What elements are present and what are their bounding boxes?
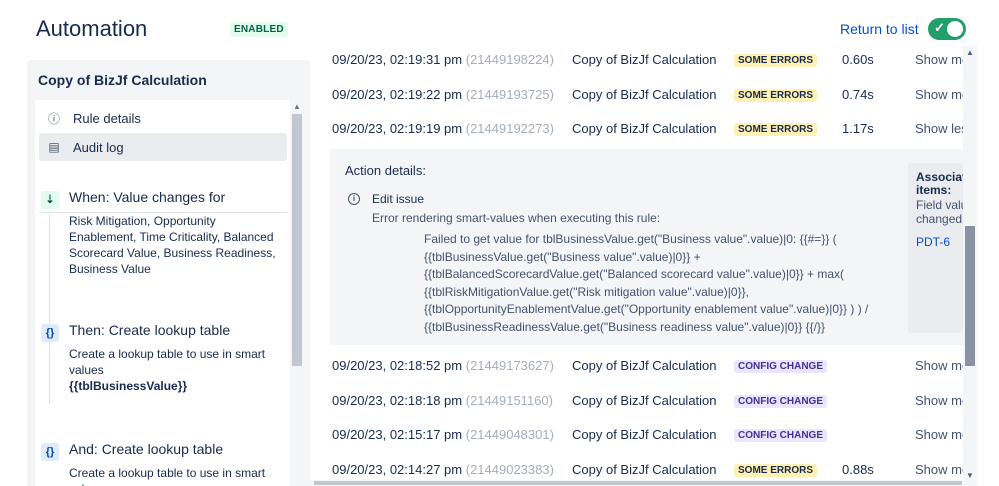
associated-items-title: Associated items: [916, 170, 963, 197]
step-variable-name: {{tblBusinessValue}} [69, 379, 188, 393]
step-create-lookup-2[interactable]: {} And: Create lookup table Create a loo… [39, 441, 287, 486]
show-more-link[interactable]: Show more [915, 462, 963, 477]
rule-sidebar: Copy of BizJf Calculation ⓘ Rule details… [27, 60, 310, 486]
step-description: Create a lookup table to use in smart va… [69, 346, 281, 394]
error-line: {{tblBusinessReadinessValue.get("Busines… [424, 319, 826, 334]
log-rule-name: Copy of BizJf Calculation [572, 87, 717, 102]
log-duration: 0.88s [842, 462, 874, 477]
error-message: Error rendering smart-values when execut… [372, 211, 661, 225]
scrollbar-thumb[interactable] [314, 481, 962, 485]
log-rule-name: Copy of BizJf Calculation [572, 121, 717, 136]
step-title: And: Create lookup table [69, 441, 224, 457]
show-more-link[interactable]: Show more [915, 358, 963, 373]
table-row[interactable]: 09/20/23, 02:18:18 pm (21449151160) Copy… [330, 384, 963, 418]
braces-icon: {} [41, 443, 59, 461]
nav-label: Rule details [73, 110, 141, 126]
log-rule-name: Copy of BizJf Calculation [572, 427, 717, 442]
scrollbar-thumb[interactable] [965, 226, 975, 366]
step-description: Risk Mitigation, Opportunity Enablement,… [69, 214, 276, 276]
audit-log-scrollbar[interactable]: ▲ ▼ [963, 46, 977, 482]
log-rule-name: Copy of BizJf Calculation [572, 393, 717, 408]
table-row[interactable]: 09/20/23, 02:19:31 pm (21449198224) Copy… [330, 46, 963, 77]
braces-icon: {} [41, 324, 59, 342]
audit-log-list: 09/20/23, 02:19:31 pm (21449198224) Copy… [330, 46, 963, 486]
nav-rule-details[interactable]: ⓘ Rule details [39, 104, 287, 132]
step-title: Then: Create lookup table [69, 322, 231, 338]
sidebar-scrollbar[interactable]: ▲ [290, 100, 304, 486]
error-line: {{tblBusinessValue.get("Business value".… [424, 249, 701, 264]
rule-enabled-toggle[interactable]: ✓ [928, 18, 966, 40]
associated-items-desc: Field value changed [916, 198, 963, 226]
log-rule-name: Copy of BizJf Calculation [572, 462, 717, 477]
nav-audit-log[interactable]: ▤ Audit log [39, 133, 287, 161]
show-more-link[interactable]: Show more [915, 52, 963, 67]
log-date: 09/20/23, 02:15:17 pm (21449048301) [332, 427, 554, 442]
error-detail: Failed to get value for tblBusinessValue… [424, 231, 884, 336]
rule-steps-panel: ⓘ Rule details ▤ Audit log ⇣ When: Value… [35, 100, 291, 486]
show-more-link[interactable]: Show more [915, 393, 963, 408]
error-line: {{tblRiskMitigationValue.get("Risk mitig… [424, 284, 749, 299]
step-create-lookup-1[interactable]: {} Then: Create lookup table Create a lo… [39, 322, 287, 412]
issue-link[interactable]: PDT-6 [916, 235, 950, 249]
rule-name: Copy of BizJf Calculation [38, 72, 207, 88]
show-less-link[interactable]: Show less [915, 121, 963, 136]
step-title: When: Value changes for [69, 189, 226, 205]
info-icon: i [348, 193, 360, 205]
table-row[interactable]: 09/20/23, 02:15:17 pm (21449048301) Copy… [330, 418, 963, 452]
error-line: Failed to get value for tblBusinessValue… [424, 232, 837, 246]
status-badge: SOME ERRORS [734, 464, 818, 477]
log-rule-name: Copy of BizJf Calculation [572, 52, 717, 67]
show-more-link[interactable]: Show more [915, 87, 963, 102]
associated-items-panel: Associated items: Field value changed PD… [908, 163, 963, 333]
log-date: 09/20/23, 02:19:19 pm (21449192273) [332, 121, 554, 136]
show-more-link[interactable]: Show more [915, 427, 963, 442]
step-trigger[interactable]: ⇣ When: Value changes for Risk Mitigatio… [39, 189, 287, 299]
log-duration: 1.17s [842, 121, 874, 136]
page-title: Automation [36, 16, 148, 41]
nav-label: Audit log [73, 139, 124, 155]
log-duration: 0.74s [842, 87, 874, 102]
trigger-icon: ⇣ [41, 191, 59, 209]
info-icon: ⓘ [47, 111, 60, 126]
status-badge: SOME ERRORS [734, 89, 818, 102]
log-date: 09/20/23, 02:14:27 pm (21449023383) [332, 462, 554, 477]
step-description: Create a lookup table to use in smart va… [69, 466, 266, 486]
return-to-list-link[interactable]: Return to list [840, 21, 919, 37]
action-name: Edit issue [372, 192, 425, 206]
horizontal-scrollbar[interactable] [310, 480, 977, 486]
toggle-knob [947, 21, 963, 37]
table-row[interactable]: 09/20/23, 02:19:22 pm (21449193725) Copy… [330, 78, 963, 112]
status-badge: CONFIG CHANGE [734, 360, 827, 373]
status-badge: CONFIG CHANGE [734, 429, 827, 442]
scroll-up-icon[interactable]: ▲ [293, 102, 301, 111]
document-icon: ▤ [48, 140, 60, 154]
log-rule-name: Copy of BizJf Calculation [572, 358, 717, 373]
error-line: {{tblOpportunityEnablementValue.get("Opp… [424, 302, 869, 316]
scrollbar-thumb[interactable] [292, 114, 302, 366]
log-date: 09/20/23, 02:19:31 pm (21449198224) [332, 52, 554, 67]
status-badge: SOME ERRORS [734, 123, 818, 136]
scroll-down-icon[interactable]: ▼ [966, 471, 974, 480]
scroll-up-icon[interactable]: ▲ [966, 48, 974, 57]
action-details-label: Action details: [345, 163, 426, 178]
table-row[interactable]: 09/20/23, 02:18:52 pm (21449173627) Copy… [330, 349, 963, 383]
log-duration: 0.60s [842, 52, 874, 67]
check-icon: ✓ [934, 20, 945, 35]
error-line: {{tblBalancedScorecardValue.get("Balance… [424, 267, 844, 281]
table-row[interactable]: 09/20/23, 02:19:19 pm (21449192273) Copy… [330, 112, 963, 146]
status-badge: SOME ERRORS [734, 54, 818, 67]
step-description-text: Create a lookup table to use in smart va… [69, 347, 266, 377]
action-details-panel: Action details: i Edit issue Error rende… [330, 149, 963, 345]
log-date: 09/20/23, 02:18:18 pm (21449151160) [332, 393, 553, 408]
log-date: 09/20/23, 02:19:22 pm (21449193725) [332, 87, 554, 102]
status-badge: ENABLED [230, 22, 288, 37]
status-badge: CONFIG CHANGE [734, 395, 827, 408]
log-date: 09/20/23, 02:18:52 pm (21449173627) [332, 358, 554, 373]
